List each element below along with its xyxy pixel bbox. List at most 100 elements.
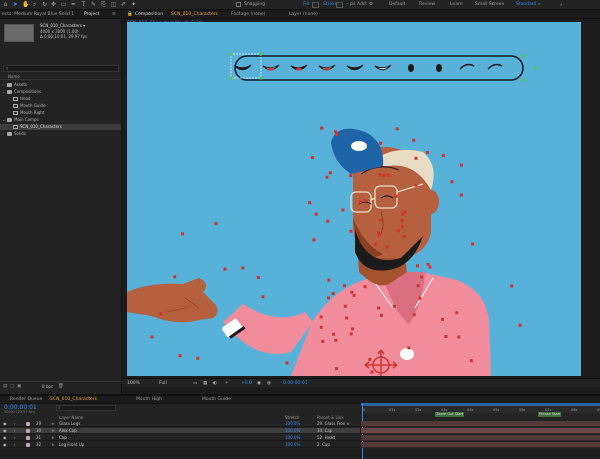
layer-duration-bar[interactable] [361, 435, 600, 441]
layer-name[interactable]: Alex Cap [59, 428, 77, 434]
puppet-pin[interactable] [310, 156, 314, 159]
puppet-pin[interactable] [471, 242, 475, 246]
puppet-pin[interactable] [334, 338, 338, 342]
puppet-pin[interactable] [416, 264, 419, 268]
transform-handle[interactable] [259, 52, 263, 56]
puppet-pin[interactable] [327, 296, 330, 300]
puppet-pin[interactable] [173, 275, 177, 279]
interpret-footage-icon[interactable]: ▤ [3, 384, 7, 389]
mouth-shape[interactable] [487, 63, 503, 70]
tab-scn-010-characters[interactable]: SCN_010_Characters [50, 397, 97, 402]
mouth-shape[interactable] [346, 64, 364, 71]
tab-effect-controls[interactable]: ects: Medium Royal Blue Solid 1 [2, 12, 74, 17]
transform-handle[interactable] [229, 76, 233, 80]
composition-marker[interactable]: Zoom Out Start [435, 412, 465, 417]
layer-row[interactable]: ◉ › 31 ★ Cap 100.0% 52. Head [0, 435, 360, 441]
puppet-pin[interactable] [363, 285, 367, 289]
stretch-value[interactable]: 100.0% [285, 435, 300, 441]
puppet-pin[interactable] [385, 245, 389, 249]
mouth-guide-strip[interactable] [230, 53, 524, 81]
puppet-pin[interactable] [335, 367, 338, 371]
add-dropdown-icon[interactable]: ⚙ [369, 2, 373, 7]
puppet-pin[interactable] [380, 313, 383, 317]
parent-dropdown[interactable]: 34. Cap [317, 428, 332, 434]
parent-header[interactable]: Parent & Link [317, 415, 344, 420]
puppet-pin[interactable] [368, 357, 372, 361]
tab-mouth-guide[interactable]: Mouth Guide [202, 397, 231, 402]
puppet-pin[interactable] [412, 313, 416, 317]
expand-icon[interactable]: › [14, 428, 16, 434]
puppet-pin[interactable] [414, 156, 418, 160]
layer-row[interactable]: ◉ › 29 ★ Glass Legs 100.0% 29. Glass Fro… [0, 421, 360, 427]
mouth-shape[interactable] [234, 64, 252, 71]
puppet-pin[interactable] [327, 278, 331, 282]
name-column-header[interactable]: Name [8, 74, 20, 79]
puppet-pin[interactable] [181, 232, 184, 236]
selection-tool-icon[interactable]: ➤ [12, 1, 19, 8]
layer-duration-bar[interactable] [361, 428, 600, 434]
puppet-pin[interactable] [400, 219, 404, 222]
puppet-pin[interactable] [343, 284, 346, 288]
new-folder-icon[interactable]: ▢ [10, 384, 14, 389]
brush-tool-icon[interactable]: ✎ [90, 1, 97, 8]
transform-handle[interactable] [229, 52, 233, 56]
label-color-swatch[interactable] [26, 436, 30, 440]
collapse-icon[interactable]: ⌄ [2, 117, 5, 123]
workspace-learn[interactable]: Learn [450, 2, 463, 7]
puppet-pin[interactable] [314, 212, 318, 216]
puppet-pin[interactable] [441, 317, 444, 321]
collapse-icon[interactable]: ⌄ [2, 89, 5, 95]
exposure-value[interactable]: +0.0 [241, 381, 252, 386]
puppet-pin[interactable] [343, 304, 347, 308]
tree-item-solids[interactable]: › Solids [0, 131, 121, 137]
workspace-small-screen[interactable]: Small Screen [475, 2, 504, 7]
resolution-dropdown[interactable]: Full [159, 381, 167, 386]
zoom-tool-icon[interactable]: ⌕ [31, 1, 38, 8]
selected-item-name[interactable]: SCN_010_Characters ▾ [40, 23, 85, 28]
puppet-pin[interactable] [392, 304, 396, 308]
parent-dropdown[interactable]: 29. Glass Fron ∨ [317, 421, 349, 427]
tree-item-mouth-guide[interactable]: Mouth Guide [0, 103, 121, 109]
puppet-pin[interactable] [377, 231, 381, 235]
puppet-pin[interactable] [325, 175, 329, 179]
puppet-pin[interactable] [379, 218, 383, 222]
label-color-swatch[interactable] [26, 443, 30, 447]
puppet-pin[interactable] [256, 275, 260, 279]
puppet-pin[interactable] [261, 295, 265, 299]
puppet-pin[interactable] [321, 339, 325, 343]
puppet-pin[interactable] [407, 346, 411, 350]
layer-row[interactable]: ◉ › 30 ★ Alex Cap 100.0% 34. Cap [0, 428, 360, 434]
puppet-pin[interactable] [150, 335, 154, 339]
puppet-pin[interactable] [403, 210, 407, 214]
tab-render-queue[interactable]: Render Queue [10, 397, 42, 402]
tree-item-main-comps[interactable]: ⌄ Main Comps [0, 117, 121, 123]
puppet-pin[interactable] [326, 219, 330, 223]
layer-duration-bar[interactable] [361, 442, 600, 448]
time-ruler[interactable]: 001s02s03s04s05s06s07s08s09s [361, 403, 600, 459]
puppet-pin[interactable] [285, 361, 289, 365]
puppet-pin-tool-icon[interactable]: ✦ [130, 1, 137, 8]
layer-name-header[interactable]: Layer Name [59, 415, 83, 420]
add-label[interactable]: Add: [357, 2, 367, 7]
stretch-value[interactable]: 100.0% [285, 442, 300, 448]
fill-label[interactable]: Fill: [303, 2, 311, 7]
puppet-pin[interactable] [363, 199, 367, 202]
puppet-pin[interactable] [223, 267, 227, 271]
puppet-pin[interactable] [444, 335, 448, 338]
visibility-eye-icon[interactable]: ◉ [3, 442, 7, 448]
puppet-pin[interactable] [418, 296, 422, 300]
visibility-eye-icon[interactable]: ◉ [3, 435, 7, 441]
puppet-pin[interactable] [394, 194, 398, 198]
stretch-value[interactable]: 100.0% [285, 421, 300, 427]
tree-item-scn-010-characters[interactable]: SCN_010_Characters [0, 124, 121, 130]
layer-name[interactable]: Cap [59, 435, 67, 441]
puppet-pin[interactable] [402, 235, 406, 238]
delete-icon[interactable]: 🗑 [58, 384, 64, 389]
stroke-swatch[interactable] [336, 2, 343, 8]
puppet-pin[interactable] [428, 265, 432, 269]
color-channels-icon[interactable]: ◍ [267, 381, 271, 386]
puppet-pin[interactable] [370, 370, 374, 374]
tab-project[interactable]: Project [84, 12, 99, 17]
visibility-eye-icon[interactable]: ◉ [3, 428, 7, 434]
parent-dropdown[interactable]: 2. Cap [317, 442, 330, 448]
